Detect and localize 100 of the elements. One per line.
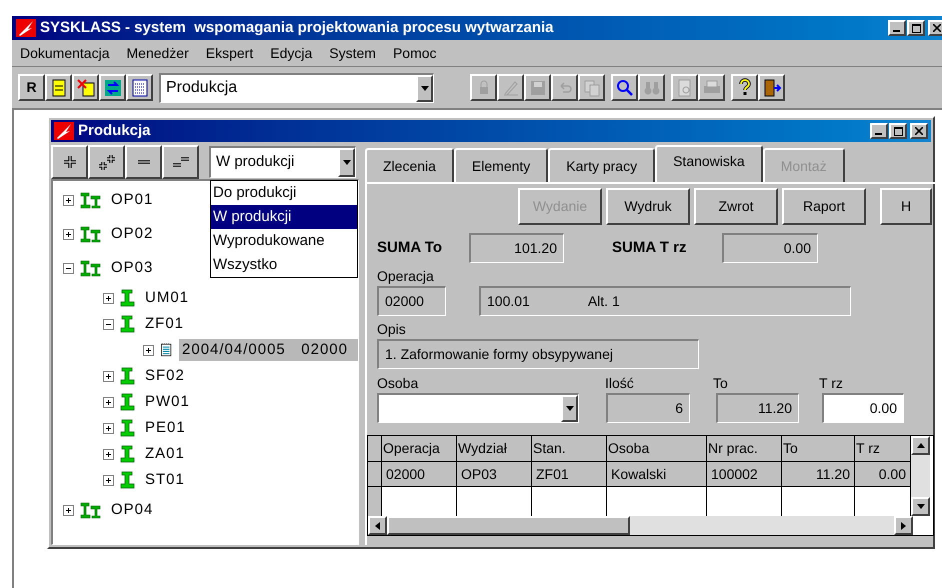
scroll-down-icon (916, 504, 924, 509)
column-header[interactable]: Wydział (457, 436, 532, 462)
tree-item[interactable]: 2004/04/0005 02000 (179, 338, 358, 362)
tab[interactable]: Elementy (454, 148, 548, 182)
vertical-scrollbar[interactable] (911, 436, 930, 516)
horizontal-scrollbar[interactable] (368, 516, 913, 535)
column-header[interactable]: To (782, 436, 855, 462)
tree-item[interactable]: PE01 (142, 416, 189, 440)
search-icon (614, 78, 634, 98)
tree-item[interactable]: OP03 (108, 256, 156, 280)
tree-item[interactable]: UM01 (142, 286, 192, 310)
action-button[interactable]: H (880, 188, 932, 225)
person-select[interactable] (377, 393, 579, 423)
expand-toggle[interactable] (63, 228, 74, 240)
tree-tool-button[interactable] (51, 145, 88, 179)
tab[interactable]: Stanowiska (655, 145, 763, 182)
close-button[interactable] (928, 20, 942, 36)
column-header[interactable]: T rz (855, 436, 911, 462)
menu-item[interactable]: Pomoc (392, 42, 437, 64)
minimize-button[interactable] (888, 20, 906, 36)
machine-icon (120, 314, 136, 334)
field-label: Ilość (605, 374, 635, 393)
toolbar-button[interactable] (72, 74, 99, 101)
minimize-button[interactable] (870, 123, 888, 139)
operation-code-field[interactable]: 02000 (377, 286, 446, 316)
machine-pair-icon (80, 501, 102, 519)
tree-item[interactable]: ZF01 (142, 312, 188, 336)
expand-toggle[interactable] (103, 448, 114, 460)
tree-item[interactable]: SF02 (142, 364, 188, 388)
time-field[interactable]: 11.20 (716, 393, 799, 423)
dropdown-option[interactable]: Wyprodukowane (211, 229, 357, 253)
tree-item[interactable]: OP02 (108, 222, 156, 246)
column-header[interactable]: Nr prac. (707, 436, 782, 462)
expand-toggle[interactable] (103, 422, 114, 434)
total-field[interactable]: 0.00 (722, 233, 818, 263)
tree-tool-button[interactable] (162, 145, 199, 179)
collapse-toggle[interactable] (63, 262, 74, 274)
field-label: SUMA T rz (612, 238, 688, 258)
column-header[interactable]: Stan. (532, 436, 607, 462)
expand-toggle[interactable] (103, 474, 114, 486)
close-icon (915, 127, 923, 135)
expand-toggle[interactable] (63, 504, 74, 516)
scroll-right-icon (901, 522, 906, 530)
dropdown-option[interactable]: W produkcji (211, 205, 357, 229)
filter-select[interactable]: W produkcji (209, 146, 356, 178)
expand-toggle[interactable] (143, 344, 154, 356)
time-field[interactable]: 0.00 (822, 393, 904, 423)
toolbar-button[interactable] (758, 74, 785, 101)
toolbar-button[interactable]: R (18, 74, 45, 101)
menu-item[interactable]: System (329, 42, 376, 64)
action-button[interactable]: Raport (782, 188, 866, 225)
scroll-left-icon (375, 522, 380, 530)
row-header[interactable] (368, 462, 382, 487)
tab[interactable]: Zlecenia (365, 148, 454, 182)
menu-item[interactable]: Menedżer (126, 42, 189, 64)
toolbar-button[interactable] (45, 74, 72, 101)
tree-tool-button[interactable] (88, 145, 125, 179)
expand-toggle[interactable] (103, 292, 114, 304)
module-select[interactable]: Produkcja (159, 72, 434, 102)
maximize-button[interactable] (907, 20, 925, 36)
machine-icon (120, 288, 136, 308)
tab[interactable]: Karty pracy (548, 148, 656, 182)
collapse-toggle[interactable] (103, 318, 114, 330)
toolbar-button[interactable] (731, 74, 758, 101)
toolbar-button[interactable] (611, 74, 638, 101)
row-header[interactable] (368, 487, 382, 516)
column-header[interactable]: Osoba (607, 436, 707, 462)
expand-toggle[interactable] (103, 396, 114, 408)
expand-toggle[interactable] (103, 370, 114, 382)
menu-item[interactable]: Ekspert (206, 42, 254, 64)
quantity-field[interactable]: 6 (606, 393, 690, 423)
toolbar-button[interactable] (126, 74, 153, 101)
tree-item[interactable]: OP01 (108, 188, 156, 212)
dropdown-option[interactable]: Do produkcji (211, 181, 357, 205)
plus-icon (105, 294, 112, 302)
machine-pair-icon (80, 225, 102, 243)
action-button[interactable]: Zwrot (694, 188, 778, 225)
dropdown-button[interactable] (338, 148, 355, 177)
tree-item[interactable]: ST01 (142, 468, 188, 492)
scroll-thumb[interactable] (387, 516, 630, 535)
dropdown-button[interactable] (416, 74, 433, 102)
toolbar-button[interactable] (99, 74, 126, 101)
dropdown-option[interactable]: Wszystko (211, 253, 357, 277)
tree-tool-button[interactable] (125, 145, 162, 179)
menu-item[interactable]: Dokumentacja (20, 42, 110, 64)
expand-toggle[interactable] (63, 194, 74, 206)
column-header[interactable]: Operacja (382, 436, 457, 462)
close-button[interactable] (910, 123, 928, 139)
tree-item[interactable]: ZA01 (142, 442, 188, 466)
total-field[interactable]: 101.20 (469, 233, 564, 263)
tree-item[interactable]: PW01 (142, 390, 193, 414)
tree-item[interactable]: OP04 (108, 498, 156, 522)
machine-icon (120, 392, 136, 412)
table-cell: ZF01 (532, 462, 607, 487)
description-field[interactable]: 1. Zaformowanie formy obsypywanej (377, 339, 699, 369)
operation-field[interactable]: 100.01 Alt. 1 (479, 286, 851, 316)
maximize-button[interactable] (889, 123, 907, 139)
action-button[interactable]: Wydruk (606, 188, 690, 225)
menu-item[interactable]: Edycja (270, 42, 312, 64)
dropdown-button[interactable] (561, 395, 578, 422)
